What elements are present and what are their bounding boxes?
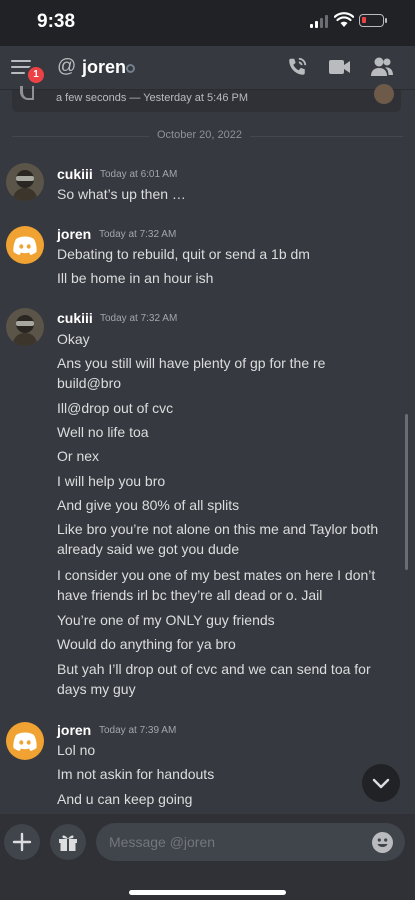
cellular-signal-icon [310,15,330,28]
message-text: Ill be home in an hour ish [57,270,214,286]
chevron-down-icon [372,778,390,789]
notification-badge: 1 [26,65,46,85]
status-time: 9:38 [37,11,76,32]
avatar[interactable] [6,226,44,264]
message-composer [0,814,415,900]
home-indicator [129,890,286,895]
avatar[interactable] [6,163,44,201]
avatar [374,84,394,104]
emoji-button[interactable] [372,832,393,853]
message-text: Would do anything for ya bro [57,636,236,652]
message-text: Ans you still will have plenty of gp for… [57,355,326,371]
page-title[interactable]: joren [82,57,126,78]
message-text: days my guy [57,681,136,697]
at-icon: @ [57,56,77,77]
scrollbar[interactable] [405,414,408,570]
video-icon[interactable] [328,58,352,76]
message-text: And give you 80% of all splits [57,497,240,513]
message-text: build@bro [57,375,122,391]
message-text: And u can keep going [57,791,193,807]
battery-icon [359,14,387,27]
message-text: have friends irl bc they’re all dead or … [57,587,323,603]
message-timestamp: Today at 7:32 AM [100,313,178,324]
message-text: already said we got you dude [57,541,240,557]
message-text: I will help you bro [57,473,166,489]
message-text: Like bro you’re not alone on this me and… [57,521,379,537]
message-text: Well no life toa [57,424,149,440]
message-text: Or nex [57,448,100,464]
offline-status-icon [126,64,135,73]
message-text: Im not askin for handouts [57,766,215,782]
smiley-icon [377,838,388,847]
message-input[interactable] [96,823,405,861]
call-icon[interactable] [286,56,308,78]
discord-logo-icon [13,732,37,751]
message-text: But yah I’ll drop out of cvc and we can … [57,661,371,677]
discord-logo-icon [13,236,37,255]
message-author[interactable]: joren [57,722,91,738]
gift-icon [59,835,77,851]
avatar[interactable] [6,722,44,760]
message-text: Ill@drop out of cvc [57,400,174,416]
phone-icon [20,86,34,100]
message-author[interactable]: joren [57,226,91,242]
add-attachment-button[interactable] [4,824,40,860]
plus-icon [12,832,32,852]
call-summary[interactable]: a few seconds — Yesterday at 5:46 PM [12,84,401,112]
date-divider: October 20, 2022 [149,129,251,141]
message-text: You’re one of my ONLY guy friends [57,612,275,628]
jump-to-latest-button[interactable] [362,764,400,802]
message-timestamp: Today at 7:32 AM [99,229,177,240]
message-timestamp: Today at 7:39 AM [99,725,177,736]
message-timestamp: Today at 6:01 AM [100,169,178,180]
status-bar: 9:38 [0,0,415,46]
call-duration-text: a few seconds — Yesterday at 5:46 PM [56,92,249,104]
wifi-icon [334,12,354,27]
message-author[interactable]: cukiii [57,166,93,182]
message-text: Debating to rebuild, quit or send a 1b d… [57,246,310,262]
avatar[interactable] [6,308,44,346]
message-text: I consider you one of my best mates on h… [57,567,376,583]
message-text: Okay [57,331,90,347]
channel-header: 1 @ joren [0,46,415,90]
message-author[interactable]: cukiii [57,310,93,326]
message-text: So what’s up then … [57,186,186,202]
gift-button[interactable] [50,824,86,860]
message-text: Lol no [57,742,96,758]
members-icon[interactable] [370,56,394,78]
